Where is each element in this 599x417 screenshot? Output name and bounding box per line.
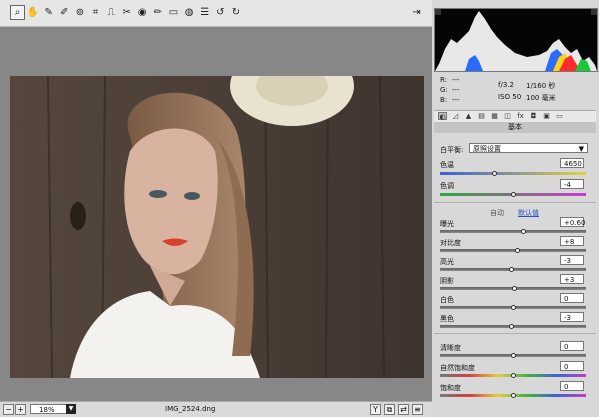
chevron-down-icon[interactable]: ▼ [66,404,76,414]
adjustment-panel: R: --- G: --- B: --- f/3.2 1/160 秒 ISO 5… [432,0,599,416]
tint-thumb[interactable] [511,192,516,197]
temperature-field[interactable]: 4650 [560,158,584,168]
image-canvas[interactable] [0,27,433,401]
spot-removal-tool-icon[interactable]: ✂ [119,5,134,20]
tab-7[interactable]: ◘ [529,112,538,120]
red-eye-tool-icon[interactable]: ◉ [135,5,150,20]
white-balance-select[interactable]: 原照设置 ▼ [469,143,588,153]
zoom-in-icon[interactable]: + [15,404,26,415]
slider-label: 曝光 [440,220,454,228]
tab-2[interactable]: ▲ [464,112,473,120]
slider-label: 黑色 [440,315,454,323]
aperture: f/3.2 [498,81,514,89]
white-balance-tool-icon[interactable]: ✎ [41,5,56,20]
slider-label: 白色 [440,296,454,304]
panel-title: 基本 [434,122,596,133]
rotate-ccw-icon[interactable]: ↺ [213,5,228,20]
slider-track[interactable] [440,248,586,253]
slider-value-field[interactable]: -3 [560,312,584,322]
temperature-thumb[interactable] [492,171,497,176]
straighten-tool-icon[interactable]: ⎍ [104,5,119,20]
slider-track[interactable] [440,324,586,329]
tab-1[interactable]: ◿ [451,112,460,120]
slider-thumb[interactable] [514,248,520,253]
color-sampler-tool-icon[interactable]: ✐ [57,5,72,20]
tint-field[interactable]: -4 [560,179,584,189]
slider-track[interactable] [440,305,586,310]
zoom-tool-icon[interactable]: ⌕ [10,5,25,20]
graduated-filter-icon[interactable]: ▭ [166,5,181,20]
slider-value-field[interactable]: +8 [560,236,584,246]
targeted-adjustment-tool-icon[interactable]: ⊚ [72,5,87,20]
chevron-down-icon: ▼ [578,145,584,153]
histogram [434,8,598,72]
slider-track[interactable] [440,353,586,358]
file-name: IMG_2524.dng [165,405,216,413]
tab-6[interactable]: fx [516,112,525,120]
slider-label: 高光 [440,258,454,266]
tab-8[interactable]: ▣ [542,112,551,120]
zoom-out-icon[interactable]: − [3,404,14,415]
auto-link[interactable]: 自动 [490,208,504,218]
slider-thumb[interactable] [510,305,516,310]
preferences-icon[interactable]: ☰ [197,5,212,20]
slider-thumb[interactable] [511,286,517,291]
tab-4[interactable]: ▦ [490,112,499,120]
slider-value-field[interactable]: +0.60 [560,217,585,227]
slider-label: 阴影 [440,277,454,285]
status-bar: − + 18% ▼ IMG_2524.dng Y ⧉ ⇄ ≡ [0,401,432,417]
slider-value-field[interactable]: 0 [560,293,584,303]
tab-9[interactable]: ▭ [555,112,564,120]
slider-value-field[interactable]: 0 [560,341,584,351]
swap-icon[interactable]: ⇄ [398,404,409,415]
slider-thumb[interactable] [509,324,515,329]
filter-icon[interactable]: Y [370,404,381,415]
adjustment-brush-icon[interactable]: ✏ [150,5,165,20]
slider-label: 清晰度 [440,344,461,352]
temperature-label: 色温 [440,161,454,169]
hand-tool-icon[interactable]: ✋ [26,5,41,20]
compare-view-icon[interactable]: ⧉ [384,404,395,415]
slider-track[interactable] [440,373,586,378]
photo-preview[interactable] [10,76,424,378]
menu-icon[interactable]: ≡ [412,404,423,415]
slider-value-field[interactable]: -3 [560,255,584,265]
tab-0[interactable]: ◐ [438,112,447,121]
slider-thumb[interactable] [510,353,516,358]
tab-3[interactable]: ▤ [477,112,486,120]
toolbar: ⌕ ✋ ✎ ✐ ⊚ ⌗ ⎍ ✂ ◉ ✏ ▭ ◍ ☰ ↺ ↻ ⇥ [0,0,432,27]
fullscreen-icon[interactable]: ⇥ [409,5,424,20]
default-link[interactable]: 默认值 [518,208,539,218]
slider-thumb[interactable] [520,229,526,234]
slider-value-field[interactable]: +3 [560,274,584,284]
slider-track[interactable] [440,286,586,291]
slider-thumb[interactable] [509,267,515,272]
portrait-photo [10,76,424,378]
tint-slider[interactable] [440,192,586,197]
slider-track[interactable] [440,393,586,398]
slider-label: 饱和度 [440,384,461,392]
radial-filter-icon[interactable]: ◍ [182,5,197,20]
slider-value-field[interactable]: 0 [560,381,584,391]
slider-track[interactable] [440,229,586,234]
white-balance-label: 白平衡: [440,146,464,154]
tab-5[interactable]: ◫ [503,112,512,120]
slider-label: 对比度 [440,239,461,247]
slider-thumb[interactable] [510,373,516,378]
slider-value-field[interactable]: 0 [560,361,584,371]
slider-label: 自然饱和度 [440,364,475,372]
iso: ISO 50 [498,93,522,101]
rotate-cw-icon[interactable]: ↻ [228,5,243,20]
slider-thumb[interactable] [510,393,516,398]
tint-label: 色调 [440,182,454,190]
slider-track[interactable] [440,267,586,272]
shutter-speed: 1/160 秒 [526,82,556,90]
focal-length: 100 毫米 [526,94,556,102]
temperature-slider[interactable] [440,171,586,176]
histogram-info: R: --- G: --- B: --- f/3.2 1/160 秒 ISO 5… [440,76,556,104]
crop-tool-icon[interactable]: ⌗ [88,5,103,20]
